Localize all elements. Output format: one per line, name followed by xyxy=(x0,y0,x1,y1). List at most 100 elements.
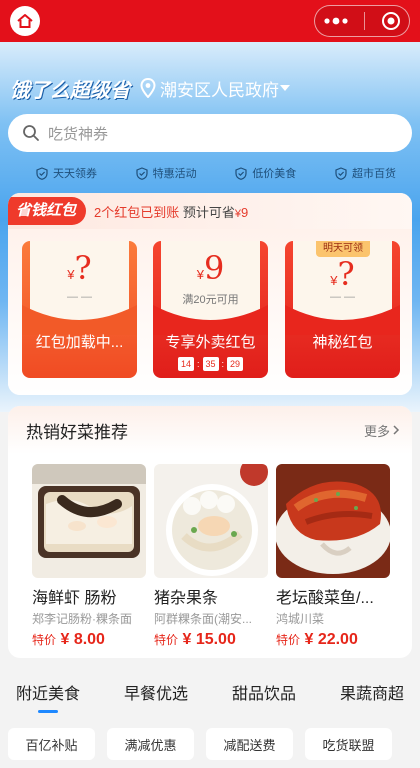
tab-active-underline xyxy=(38,710,58,713)
redpacket-message-amount: 9 xyxy=(241,204,249,220)
shield-check-icon xyxy=(36,166,48,180)
timer-colon: : xyxy=(221,359,225,369)
dish-image xyxy=(276,464,390,578)
redpacket-card: 省钱红包 2个红包已到账 预计可省¥9 ¥? — — 红包加载中... ¥9 满… xyxy=(8,193,412,395)
search-icon xyxy=(23,125,39,141)
price-label: 特价 xyxy=(276,633,301,647)
dish-price: 特价 ¥ 8.00 xyxy=(32,631,146,649)
badge-item: 超市百货 xyxy=(335,163,396,183)
timer-seconds: 29 xyxy=(227,357,244,371)
dish-card[interactable]: 海鲜虾 肠粉 郑李记肠粉·粿条面 特价 ¥ 8.00 xyxy=(32,464,146,654)
dish-card[interactable]: 猪杂果条 阿群粿条面(潮安... 特价 ¥ 15.00 xyxy=(154,464,268,654)
envelope-amount-value: ? xyxy=(74,249,92,287)
category-tabs: 附近美食 早餐优选 甜品饮品 果蔬商超 xyxy=(0,680,420,720)
more-label: 更多 xyxy=(363,423,390,439)
chip-foodie-league[interactable]: 吃货联盟 xyxy=(305,728,392,760)
filter-chips: 百亿补贴 满减优惠 减配送费 吃货联盟 xyxy=(8,728,420,762)
envelope-amount: ¥? xyxy=(285,255,400,293)
dish-name: 海鲜虾 肠粉 xyxy=(32,590,117,607)
top-bar xyxy=(0,0,420,42)
home-icon xyxy=(17,14,33,28)
dish-price: 特价 ¥ 15.00 xyxy=(154,631,268,649)
chevron-down-icon xyxy=(280,85,290,91)
chevron-right-icon xyxy=(393,425,400,435)
chip-delivery-fee[interactable]: 减配送费 xyxy=(206,728,293,760)
redpacket-message: 2个红包已到账 预计可省¥9 xyxy=(94,202,248,221)
countdown-timer: 14 : 35 : 29 xyxy=(153,357,268,371)
capsule-divider xyxy=(364,12,366,30)
envelope-dash: — — xyxy=(66,291,93,303)
tab-label: 甜品饮品 xyxy=(232,686,297,703)
shield-check-icon xyxy=(335,166,347,180)
search-bar[interactable]: 吃货神券 xyxy=(8,114,412,152)
chip-discount[interactable]: 满减优惠 xyxy=(107,728,194,760)
tab-nearby-food[interactable]: 附近美食 xyxy=(16,680,81,713)
tab-breakfast[interactable]: 早餐优选 xyxy=(124,680,188,704)
brand-title: 饿了么超级省 xyxy=(10,79,130,102)
more-link[interactable]: 更多 xyxy=(364,421,402,440)
envelope-currency: ¥ xyxy=(330,273,338,288)
badge-label: 天天领券 xyxy=(53,168,97,180)
badge-item: 天天领券 xyxy=(36,163,97,183)
badge-label: 特惠活动 xyxy=(152,168,197,180)
dish-name: 老坛酸菜鱼/... xyxy=(276,590,374,607)
dish-name: 猪杂果条 xyxy=(154,590,219,607)
price-value: ¥ 15.00 xyxy=(182,631,236,648)
tab-label: 果蔬商超 xyxy=(340,686,405,703)
price-label: 特价 xyxy=(154,633,179,647)
badge-item: 低价美食 xyxy=(235,163,296,183)
tab-desserts[interactable]: 甜品饮品 xyxy=(232,680,296,704)
envelope-takeout[interactable]: ¥9 满20元可用 专享外卖红包 14 : 35 : 29 xyxy=(153,241,268,378)
guarantee-badges: 天天领券 特惠活动 低价美食 超市百货 xyxy=(36,163,396,183)
dish-shop: 鸿城川菜 xyxy=(276,612,325,626)
dish-shop: 郑李记肠粉·粿条面 xyxy=(32,612,132,626)
redpacket-message-mid: 预计可省 xyxy=(179,204,235,220)
price-label: 特价 xyxy=(32,633,57,647)
envelope-label: 红包加载中... xyxy=(35,334,124,351)
chip-subsidy[interactable]: 百亿补贴 xyxy=(8,728,95,760)
location-selector[interactable]: 潮安区人民政府 xyxy=(140,76,295,101)
search-placeholder: 吃货神券 xyxy=(48,125,109,143)
tab-label: 早餐优选 xyxy=(124,686,189,703)
price-value: ¥ 8.00 xyxy=(60,631,105,648)
dish-shop: 阿群粿条面(潮安... xyxy=(154,612,252,626)
envelope-amount: ¥? xyxy=(22,249,137,287)
badge-item: 特惠活动 xyxy=(136,163,197,183)
envelope-label: 神秘红包 xyxy=(312,334,373,351)
envelope-label: 专享外卖红包 xyxy=(165,334,256,351)
envelope-loading[interactable]: ¥? — — 红包加载中... xyxy=(22,241,137,378)
envelope-amount-value: ? xyxy=(337,255,355,293)
envelope-currency: ¥ xyxy=(67,267,75,282)
badge-label: 超市百货 xyxy=(351,168,396,180)
redpacket-message-count: 2个红包已到账 xyxy=(94,204,180,220)
capsule-menu xyxy=(314,5,410,37)
location-text: 潮安区人民政府 xyxy=(160,80,279,100)
envelope-currency: ¥ xyxy=(196,267,204,282)
dish-image xyxy=(154,464,268,578)
home-button[interactable] xyxy=(10,6,40,36)
location-pin-icon xyxy=(140,78,156,98)
envelope-condition: 满20元可用 xyxy=(182,294,239,306)
envelope-dash: — — xyxy=(329,291,356,303)
shield-check-icon xyxy=(235,166,247,180)
dish-list: 海鲜虾 肠粉 郑李记肠粉·粿条面 特价 ¥ 8.00 猪杂果条 阿群粿条面(潮安… xyxy=(32,464,412,654)
more-dots-icon[interactable] xyxy=(323,16,349,26)
envelope-mystery[interactable]: 明天可领 ¥? — — 神秘红包 xyxy=(285,241,400,378)
timer-hours: 14 xyxy=(177,357,194,371)
close-target-icon[interactable] xyxy=(381,11,401,31)
price-value: ¥ 22.00 xyxy=(304,631,358,648)
timer-minutes: 35 xyxy=(202,357,219,371)
dish-price: 特价 ¥ 22.00 xyxy=(276,631,390,649)
dish-image xyxy=(32,464,146,578)
redpacket-tag: 省钱红包 xyxy=(8,197,87,225)
redpacket-body: ¥? — — 红包加载中... ¥9 满20元可用 专享外卖红包 14 : 35… xyxy=(8,229,412,395)
tab-grocery[interactable]: 果蔬商超 xyxy=(340,680,404,704)
hot-dishes-header: 热销好菜推荐 更多 xyxy=(8,406,412,454)
shield-check-icon xyxy=(136,166,148,180)
tab-label: 附近美食 xyxy=(16,686,81,703)
section-title: 热销好菜推荐 xyxy=(26,422,128,442)
header-row: 饿了么超级省 潮安区人民政府 xyxy=(10,74,410,102)
dish-card[interactable]: 老坛酸菜鱼/... 鸿城川菜 特价 ¥ 22.00 xyxy=(276,464,390,654)
timer-colon: : xyxy=(196,359,200,369)
redpacket-header: 省钱红包 2个红包已到账 预计可省¥9 xyxy=(8,193,412,229)
